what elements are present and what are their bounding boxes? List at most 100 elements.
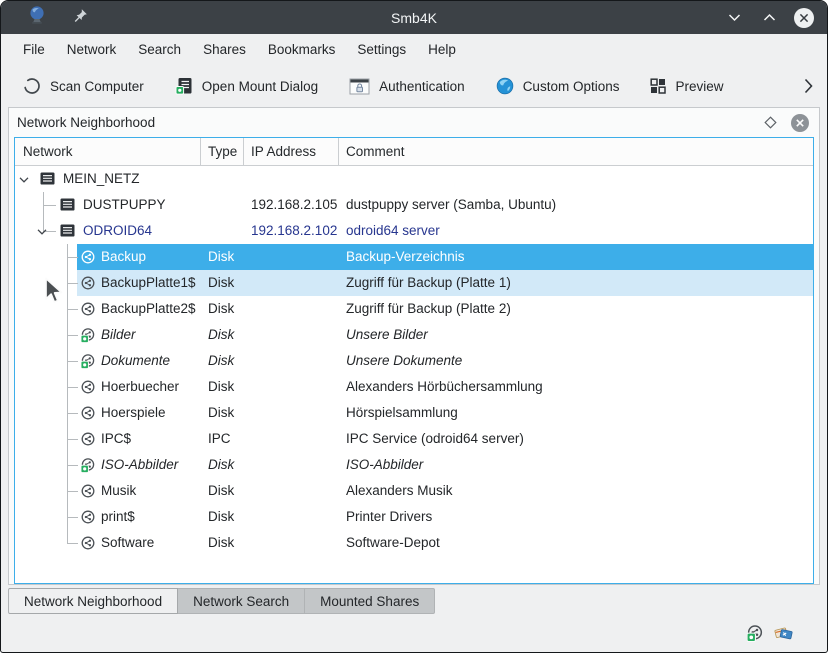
row-network-name: ODROID64: [83, 218, 152, 244]
row-network-name: Dokumente: [101, 348, 170, 374]
row-comment: Zugriff für Backup (Platte 1): [346, 270, 511, 296]
row-network-name: Hoerbuecher: [101, 374, 179, 400]
column-header-comment[interactable]: Comment: [346, 138, 405, 165]
tab-network-neighborhood[interactable]: Network Neighborhood: [8, 588, 178, 614]
share-icon: [81, 406, 95, 420]
row-comment: Zugriff für Backup (Platte 2): [346, 296, 511, 322]
tree-row-dokumente[interactable]: Dokumente Disk Unsere Dokumente: [15, 348, 813, 374]
row-comment: Software-Depot: [346, 530, 440, 556]
row-type: Disk: [208, 504, 234, 530]
tree-row-backupplatte2[interactable]: BackupPlatte2$ Disk Zugriff für Backup (Pl…: [15, 296, 813, 322]
chevron-down-icon[interactable]: [37, 228, 47, 236]
scan-computer-icon: [23, 77, 41, 95]
menu-file[interactable]: File: [12, 37, 56, 62]
row-comment: Unsere Dokumente: [346, 348, 462, 374]
tree-row-mein-netz[interactable]: MEIN_NETZ: [15, 166, 813, 192]
toolbar-authentication[interactable]: Authentication: [349, 78, 465, 95]
tree-row-odroid64[interactable]: ODROID64192.168.2.102odroid64 server: [15, 218, 813, 244]
minimize-button[interactable]: [723, 7, 745, 29]
float-diamond-icon[interactable]: [764, 116, 777, 129]
tree-row-backupplatte1[interactable]: BackupPlatte1$DiskZugriff für Backup (Pl…: [15, 270, 813, 296]
row-network-name: IPC$: [101, 426, 131, 452]
toolbar-label-custom-options: Custom Options: [523, 79, 620, 94]
tree-row-dustpuppy[interactable]: DUSTPUPPY192.168.2.105dustpuppy server (…: [15, 192, 813, 218]
row-network-name: print$: [101, 504, 135, 530]
row-network-name: Hoerspiele: [101, 400, 166, 426]
row-type: Disk: [208, 270, 234, 296]
share-icon: [81, 302, 95, 316]
wallet-status-icon[interactable]: [774, 625, 793, 642]
share-icon: [81, 510, 95, 524]
menubar: FileNetworkSearchSharesBookmarksSettings…: [1, 34, 827, 65]
tree-guide-line: [67, 517, 78, 518]
row-comment: Backup-Verzeichnis: [346, 244, 465, 270]
row-network-name: Musik: [101, 478, 136, 504]
menu-search[interactable]: Search: [127, 37, 192, 62]
row-type: Disk: [208, 348, 234, 374]
host-icon: [60, 198, 75, 211]
toolbar-preview[interactable]: Preview: [650, 78, 723, 94]
mount-dialog-icon: [175, 77, 193, 95]
chevron-down-icon[interactable]: [19, 176, 29, 184]
tree-guide-line: [67, 387, 78, 388]
toolbar-label-authentication: Authentication: [379, 79, 465, 94]
tab-network-search[interactable]: Network Search: [178, 588, 305, 614]
column-header-ip-address[interactable]: IP Address: [251, 138, 316, 165]
row-network-name: DUSTPUPPY: [83, 192, 166, 218]
column-separator[interactable]: [338, 138, 339, 165]
dock-title: Network Neighborhood: [17, 115, 751, 130]
bottom-tabbar: Network NeighborhoodNetwork SearchMounte…: [8, 588, 827, 614]
tree-guide-line: [43, 205, 56, 206]
custom-options-icon: [496, 77, 514, 95]
tree-row-hoerbuecher[interactable]: HoerbuecherDiskAlexanders Hörbüchersamml…: [15, 374, 813, 400]
menu-shares[interactable]: Shares: [192, 37, 257, 62]
tree-row-hoerspiele[interactable]: HoerspieleDiskHörspielsammlung: [15, 400, 813, 426]
dock-close-icon[interactable]: [790, 113, 810, 133]
row-network-name: BackupPlatte2$: [101, 296, 196, 322]
toolbar-custom-options[interactable]: Custom Options: [496, 77, 620, 95]
tree-row-backup[interactable]: Backup Disk Backup-Verzeichnis: [15, 244, 813, 270]
tree-row-iso-abbilder[interactable]: ISO-AbbilderDiskISO-Abbilder: [15, 452, 813, 478]
column-separator[interactable]: [200, 138, 201, 165]
tree-row-bilder[interactable]: BilderDiskUnsere Bilder: [15, 322, 813, 348]
maximize-button[interactable]: [758, 7, 780, 29]
tree-row-musik[interactable]: MusikDiskAlexanders Musik: [15, 478, 813, 504]
menu-bookmarks[interactable]: Bookmarks: [257, 37, 347, 62]
toolbar-scan-computer[interactable]: Scan Computer: [23, 77, 144, 95]
row-network-name: Software: [101, 530, 154, 556]
tree-guide-line: [67, 309, 78, 310]
tree-row-print[interactable]: print$DiskPrinter Drivers: [15, 504, 813, 530]
toolbar-label-scan-computer: Scan Computer: [50, 79, 144, 94]
tree-row-software[interactable]: SoftwareDiskSoftware-Depot: [15, 530, 813, 556]
row-comment: ISO-Abbilder: [346, 452, 423, 478]
titlebar[interactable]: Smb4K: [1, 1, 827, 34]
pin-icon[interactable]: [73, 8, 88, 28]
toolbar-overflow-button[interactable]: [804, 78, 813, 94]
row-ip-address: 192.168.2.102: [251, 218, 337, 244]
share-icon: [81, 250, 95, 264]
menu-network[interactable]: Network: [56, 37, 128, 62]
row-network-name: Backup: [101, 244, 146, 270]
toolbar: Scan Computer Open Mount Dialog Authentica…: [1, 65, 827, 107]
column-separator[interactable]: [243, 138, 244, 165]
tree-guide-line: [67, 361, 78, 362]
row-network-name: ISO-Abbilder: [101, 452, 178, 478]
menu-help[interactable]: Help: [417, 37, 467, 62]
column-header-network[interactable]: Network: [23, 138, 73, 165]
row-comment: Hörspielsammlung: [346, 400, 458, 426]
tree-guide-line: [67, 413, 78, 414]
authentication-icon: [349, 78, 370, 95]
tab-mounted-shares[interactable]: Mounted Shares: [305, 588, 435, 614]
row-type: Disk: [208, 244, 234, 270]
share-mounted-icon: [81, 354, 95, 369]
row-comment: IPC Service (odroid64 server): [346, 426, 524, 452]
network-neighborhood-dock: Network Neighborhood Network Type IP Add…: [8, 107, 820, 585]
share-icon: [81, 432, 95, 446]
menu-settings[interactable]: Settings: [346, 37, 417, 62]
mounted-share-status-icon[interactable]: [747, 625, 763, 642]
column-header-type[interactable]: Type: [208, 138, 237, 165]
close-button[interactable]: [793, 7, 815, 29]
toolbar-open-mount-dialog[interactable]: Open Mount Dialog: [175, 77, 318, 95]
row-type: Disk: [208, 296, 234, 322]
tree-row-ipc[interactable]: IPC$IPCIPC Service (odroid64 server): [15, 426, 813, 452]
